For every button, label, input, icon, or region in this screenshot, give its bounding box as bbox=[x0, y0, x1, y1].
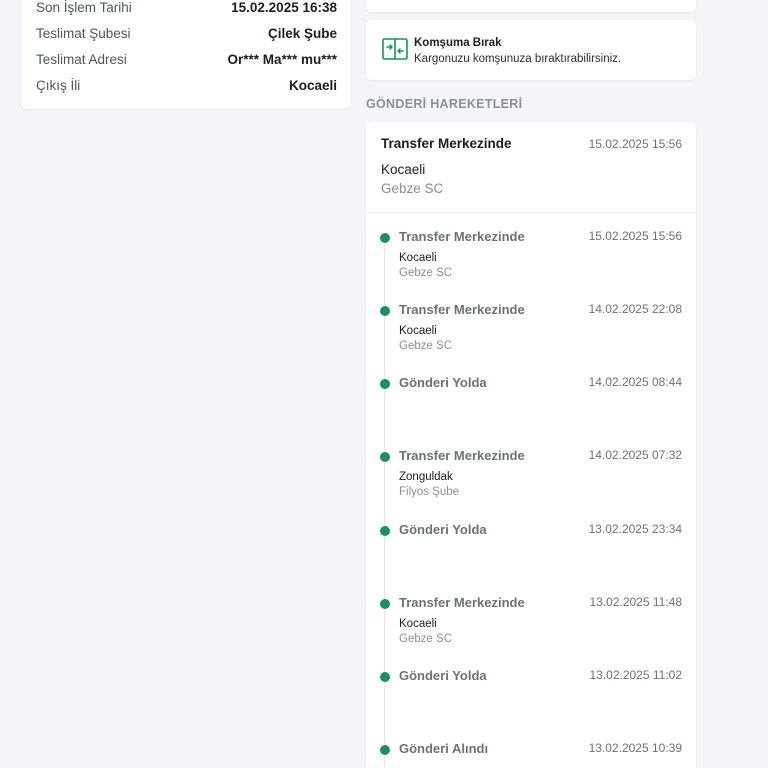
event-city: Kocaeli bbox=[399, 252, 437, 264]
event-date: 14.02.2025 22:08 bbox=[588, 302, 682, 316]
info-label: Teslimat Şubesi bbox=[36, 25, 131, 41]
info-value: Çilek Şube bbox=[267, 25, 337, 41]
status-dot-icon bbox=[380, 306, 390, 316]
timeline-event: Gönderi Alındı 13.02.2025 10:39 bbox=[366, 741, 682, 768]
event-date: 14.02.2025 07:32 bbox=[588, 448, 682, 462]
neighbor-transfer-icon bbox=[382, 38, 408, 60]
event-status: Transfer Merkezinde bbox=[399, 229, 525, 244]
event-status: Transfer Merkezinde bbox=[399, 448, 525, 463]
latest-status: Transfer Merkezinde bbox=[381, 136, 512, 151]
timeline-event: Transfer Merkezinde 13.02.2025 11:48 Koc… bbox=[366, 595, 682, 655]
event-city: Kocaeli bbox=[399, 618, 437, 630]
status-dot-icon bbox=[380, 672, 390, 682]
divider bbox=[366, 212, 696, 213]
info-label: Çıkış İli bbox=[36, 77, 81, 93]
info-value: Or*** Ma*** mu*** bbox=[227, 51, 337, 67]
timeline-event: Gönderi Yolda 13.02.2025 11:02 bbox=[366, 668, 682, 728]
info-row-last-action: Son İşlem Tarihi 15.02.2025 16:38 bbox=[36, 0, 337, 17]
event-status: Gönderi Yolda bbox=[399, 375, 487, 390]
timeline-event: Gönderi Yolda 14.02.2025 08:44 bbox=[366, 375, 682, 435]
event-branch: Gebze SC bbox=[399, 340, 453, 352]
event-branch: Gebze SC bbox=[399, 267, 453, 279]
movements-card: Transfer Merkezinde 15.02.2025 15:56 Koc… bbox=[366, 122, 696, 768]
info-row-delivery-branch: Teslimat Şubesi Çilek Şube bbox=[36, 23, 337, 43]
event-branch: Gebze SC bbox=[399, 633, 453, 645]
latest-branch: Gebze SC bbox=[381, 181, 444, 196]
status-dot-icon bbox=[380, 745, 390, 755]
event-city: Zonguldak bbox=[399, 471, 453, 483]
status-dot-icon bbox=[380, 526, 390, 536]
info-value: Kocaeli bbox=[288, 77, 337, 93]
latest-city: Kocaeli bbox=[381, 162, 426, 177]
leave-with-neighbor-option[interactable]: Komşuma Bırak Kargonuzu komşunuza bırakt… bbox=[366, 20, 696, 80]
event-status: Gönderi Alındı bbox=[399, 741, 489, 756]
event-date: 13.02.2025 11:02 bbox=[589, 668, 682, 682]
info-value: 15.02.2025 16:38 bbox=[231, 0, 337, 15]
timeline-event: Gönderi Yolda 13.02.2025 23:34 bbox=[366, 522, 682, 582]
event-date: 15.02.2025 15:56 bbox=[588, 229, 682, 243]
neighbor-option-title: Komşuma Bırak bbox=[414, 37, 502, 49]
info-label: Son İşlem Tarihi bbox=[36, 0, 132, 15]
timeline-event: Transfer Merkezinde 15.02.2025 15:56 Koc… bbox=[366, 229, 682, 289]
event-status: Transfer Merkezinde bbox=[399, 302, 525, 317]
event-branch: Filyos Şube bbox=[399, 486, 460, 498]
event-date: 14.02.2025 08:44 bbox=[588, 375, 682, 389]
neighbor-option-subtitle: Kargonuzu komşunuza bıraktırabilirsiniz. bbox=[414, 53, 622, 65]
latest-movement: Transfer Merkezinde 15.02.2025 15:56 Koc… bbox=[381, 136, 682, 212]
status-dot-icon bbox=[380, 379, 390, 389]
latest-date: 15.02.2025 15:56 bbox=[588, 137, 682, 151]
shipment-info-card: Son İşlem Tarihi 15.02.2025 16:38 Teslim… bbox=[21, 0, 351, 109]
status-dot-icon bbox=[380, 599, 390, 609]
timeline-event: Transfer Merkezinde 14.02.2025 07:32 Zon… bbox=[366, 448, 682, 508]
event-status: Gönderi Yolda bbox=[399, 668, 487, 683]
event-status: Transfer Merkezinde bbox=[399, 595, 525, 610]
status-dot-icon bbox=[380, 233, 390, 243]
info-row-origin-city: Çıkış İli Kocaeli bbox=[36, 75, 337, 95]
previous-card bbox=[366, 0, 696, 12]
info-row-delivery-address: Teslimat Adresi Or*** Ma*** mu*** bbox=[36, 49, 337, 69]
info-label: Teslimat Adresi bbox=[36, 51, 127, 67]
event-status: Gönderi Yolda bbox=[399, 522, 487, 537]
movements-section-title: GÖNDERİ HAREKETLERİ bbox=[366, 97, 523, 111]
event-date: 13.02.2025 23:34 bbox=[588, 522, 682, 536]
event-date: 13.02.2025 10:39 bbox=[588, 741, 682, 755]
event-date: 13.02.2025 11:48 bbox=[589, 595, 682, 609]
status-dot-icon bbox=[380, 452, 390, 462]
timeline-event: Transfer Merkezinde 14.02.2025 22:08 Koc… bbox=[366, 302, 682, 362]
event-city: Kocaeli bbox=[399, 325, 437, 337]
